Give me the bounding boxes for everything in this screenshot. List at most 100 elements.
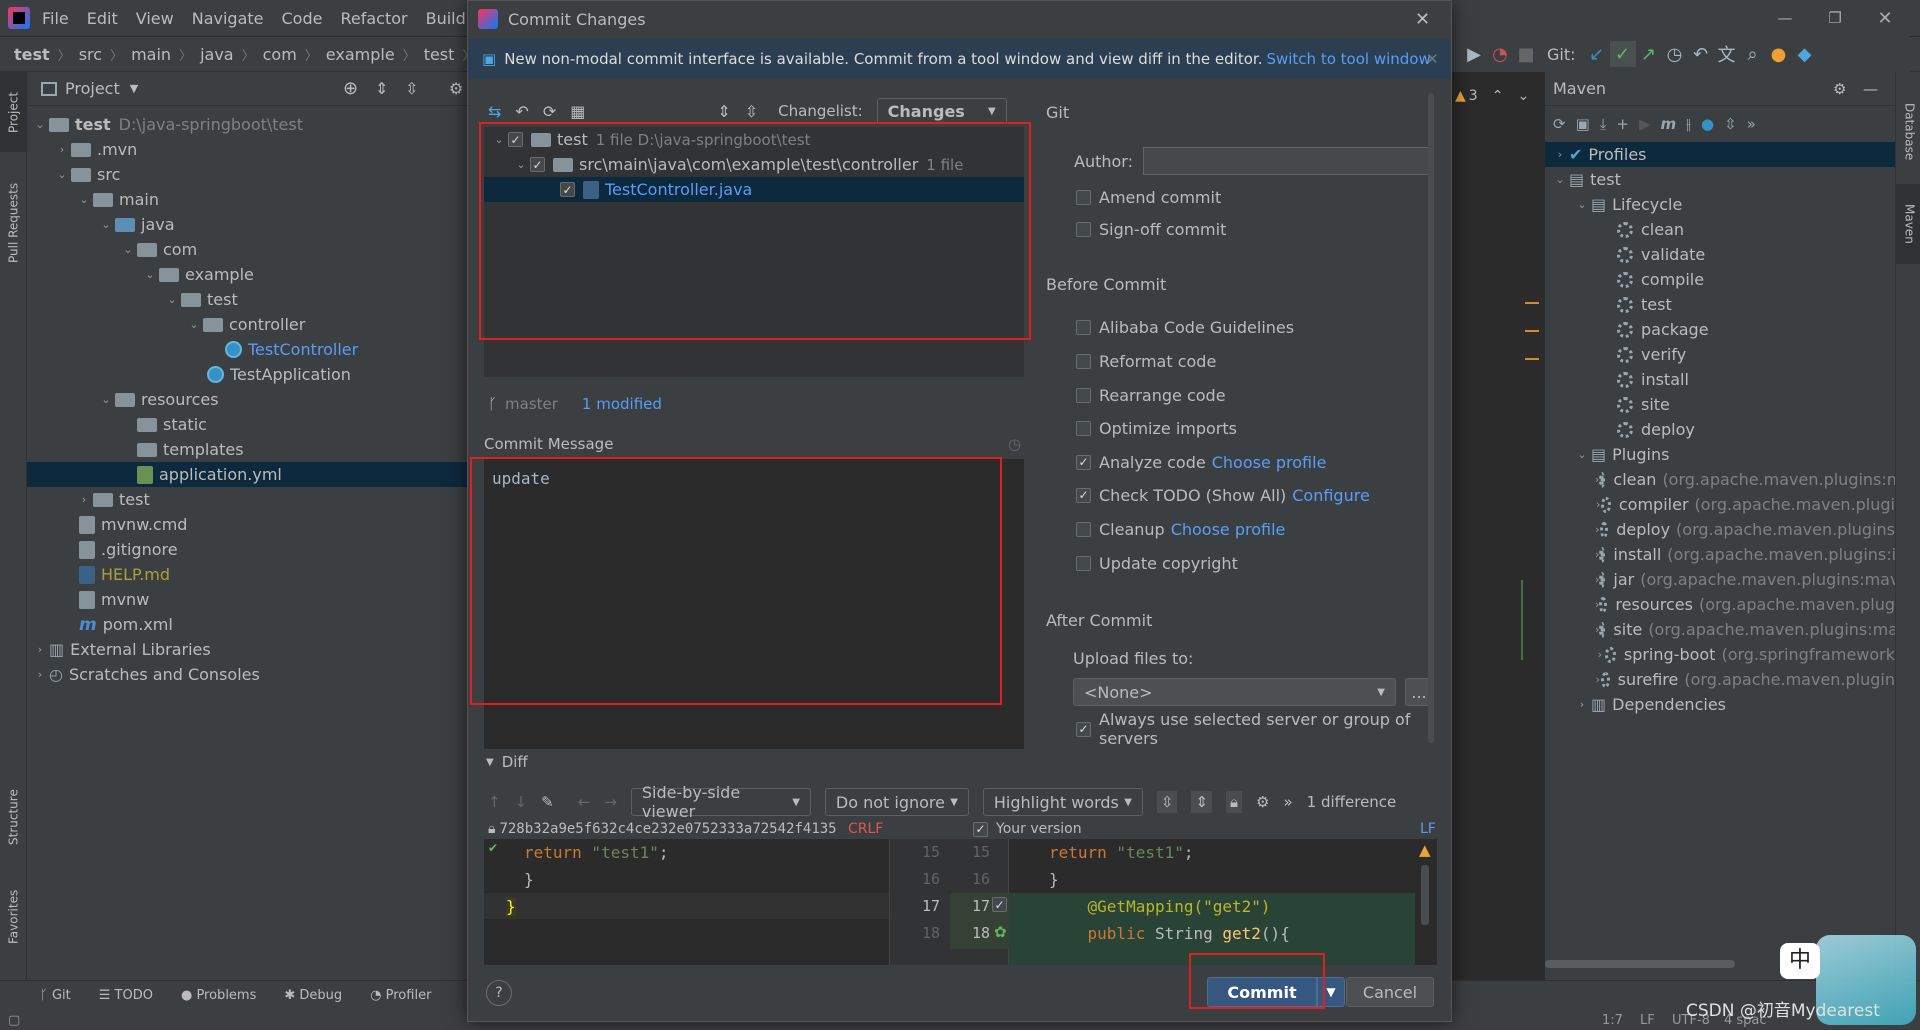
plugin-jar[interactable]: › jar (org.apache.maven.plugins:mav: [1545, 567, 1899, 592]
diff-section-header[interactable]: ▼ Diff: [486, 753, 528, 771]
todo-configure-link[interactable]: Configure: [1292, 486, 1370, 505]
options-scrollbar[interactable]: [1428, 93, 1434, 743]
back-icon[interactable]: ←: [578, 793, 591, 811]
line-separator[interactable]: LF: [1640, 1013, 1655, 1028]
run-coverage-icon[interactable]: ▶: [1461, 41, 1487, 67]
next-diff-icon[interactable]: ↓: [515, 793, 528, 811]
left-eol[interactable]: CRLF: [848, 821, 883, 837]
alibaba-option[interactable]: Alibaba Code Guidelines: [1076, 313, 1294, 341]
diff-left-pane[interactable]: ✔ return "test1"; } }: [484, 839, 889, 965]
warning-icon[interactable]: ▲: [1419, 841, 1431, 859]
chevron-down-icon[interactable]: ▼: [130, 82, 138, 95]
plugin-install[interactable]: › install (org.apache.maven.plugins:i: [1545, 542, 1896, 567]
reformat-option[interactable]: Reformat code: [1076, 347, 1216, 375]
tree-item-mvn[interactable]: › .mvn: [27, 137, 467, 162]
tree-item-test-application[interactable]: TestApplication: [27, 362, 467, 387]
tree-item-java[interactable]: ⌄ java: [27, 212, 467, 237]
diff-right-pane[interactable]: return "test1"; } @GetMapping("get2") pu…: [1009, 839, 1437, 965]
copyright-checkbox[interactable]: [1076, 555, 1091, 571]
refresh-icon[interactable]: ⟳: [543, 102, 556, 121]
modified-count[interactable]: 1 modified: [582, 395, 662, 413]
analyze-choose-profile-link[interactable]: Choose profile: [1212, 453, 1327, 472]
maven-project[interactable]: ⌄ ▤ test: [1545, 167, 1895, 192]
crumb-test-pkg[interactable]: test: [424, 45, 455, 64]
tree-item-gitignore[interactable]: .gitignore: [27, 537, 467, 562]
tab-problems[interactable]: ● Problems: [181, 988, 256, 1003]
tree-item-resources[interactable]: ⌄ resources: [27, 387, 467, 412]
crumb-example[interactable]: example: [326, 45, 395, 64]
expand-all-icon[interactable]: ⇕: [375, 79, 388, 98]
collapse-all-icon[interactable]: ⇳: [745, 102, 758, 121]
diff-scrollbar[interactable]: [1421, 865, 1429, 925]
tree-item-test-pkg[interactable]: ⌄ test: [27, 287, 467, 312]
tree-item-application-yml[interactable]: application.yml: [27, 462, 467, 487]
menu-file[interactable]: File: [42, 9, 69, 28]
todo-checkbox[interactable]: ✓: [1076, 487, 1091, 503]
optimize-checkbox[interactable]: [1076, 420, 1091, 436]
lifecycle-phase-test[interactable]: test: [1545, 292, 1895, 317]
warning-marker[interactable]: [1525, 302, 1539, 304]
rollback-icon[interactable]: ↶: [515, 102, 528, 121]
include-checkbox[interactable]: ✓: [973, 821, 988, 837]
more-icon[interactable]: »: [1747, 115, 1756, 133]
tab-pull-requests[interactable]: Pull Requests: [0, 168, 27, 278]
plugin-site[interactable]: › site (org.apache.maven.plugins:ma: [1545, 617, 1898, 642]
tree-item-static[interactable]: static: [27, 412, 467, 437]
crumb-java[interactable]: java: [200, 45, 234, 64]
update-icon[interactable]: ●: [1766, 41, 1792, 67]
branch-name[interactable]: master: [505, 395, 558, 413]
run-icon[interactable]: ▶: [1639, 115, 1651, 133]
optimize-imports-option[interactable]: Optimize imports: [1076, 414, 1237, 442]
add-icon[interactable]: +: [1616, 115, 1629, 133]
tree-item-com[interactable]: ⌄ com: [27, 237, 467, 262]
spring-bean-icon[interactable]: ✿: [994, 923, 1007, 941]
menu-navigate[interactable]: Navigate: [192, 9, 264, 28]
plugin-resources[interactable]: › resources (org.apache.maven.plug: [1545, 592, 1895, 617]
menu-refactor[interactable]: Refactor: [340, 9, 407, 28]
reload-icon[interactable]: ⟳: [1553, 115, 1566, 133]
crumb-test[interactable]: test: [14, 45, 50, 64]
prev-diff-icon[interactable]: ↑: [488, 793, 501, 811]
upload-server-select[interactable]: <None> ▼: [1073, 678, 1396, 706]
crumb-com[interactable]: com: [263, 45, 297, 64]
menu-build[interactable]: Build: [426, 9, 466, 28]
tab-todo[interactable]: ☰ TODO: [99, 988, 153, 1003]
tab-debug[interactable]: ✱ Debug: [284, 988, 342, 1003]
warning-marker[interactable]: [1525, 358, 1539, 360]
tree-item-test-controller[interactable]: TestController: [27, 337, 467, 362]
tree-item-external-libraries[interactable]: › ▥ External Libraries: [27, 637, 467, 662]
update-copyright-option[interactable]: Update copyright: [1076, 549, 1238, 577]
diff-icon[interactable]: ⇆: [488, 102, 501, 121]
tree-item-controller[interactable]: ⌄ controller: [27, 312, 467, 337]
tree-item-help-md[interactable]: HELP.md: [27, 562, 467, 587]
plugin-spring-boot[interactable]: › spring-boot (org.springframework: [1545, 642, 1895, 667]
cancel-button[interactable]: Cancel: [1346, 977, 1434, 1007]
lifecycle-phase-install[interactable]: install: [1545, 367, 1895, 392]
lifecycle-phase-site[interactable]: site: [1545, 392, 1895, 417]
chevron-right-icon[interactable]: ›: [1595, 648, 1605, 661]
locate-icon[interactable]: ⊕: [343, 78, 358, 99]
download-icon[interactable]: ⤓: [1600, 115, 1607, 133]
author-input[interactable]: [1142, 147, 1433, 175]
git-commit-icon[interactable]: ✓: [1609, 41, 1636, 67]
minimize-icon[interactable]: —: [1760, 9, 1810, 27]
changelist-select[interactable]: Changes ▼: [876, 98, 1007, 124]
reformat-checkbox[interactable]: [1076, 353, 1091, 369]
chevron-right-icon[interactable]: ›: [1595, 673, 1601, 686]
cleanup-option[interactable]: Cleanup Choose profile: [1076, 515, 1285, 543]
alibaba-checkbox[interactable]: [1076, 319, 1091, 335]
chevron-down-icon[interactable]: ▼: [486, 757, 494, 768]
gear-icon[interactable]: ⚙: [1256, 793, 1269, 811]
warning-marker[interactable]: [1525, 330, 1539, 332]
lifecycle-phase-validate[interactable]: validate: [1545, 242, 1895, 267]
maven-dependencies[interactable]: › ▥ Dependencies: [1545, 692, 1895, 717]
project-panel-title[interactable]: Project: [65, 79, 120, 98]
cleanup-choose-profile-link[interactable]: Choose profile: [1171, 520, 1286, 539]
chevron-up-icon[interactable]: ⌃: [1492, 88, 1504, 104]
collapse-icon[interactable]: ⇳: [1724, 115, 1737, 133]
tree-item-main[interactable]: ⌄ main: [27, 187, 467, 212]
maven-profiles[interactable]: › ✔ Profiles: [1545, 142, 1895, 167]
plugin-deploy[interactable]: › deploy (org.apache.maven.plugins: [1545, 517, 1895, 542]
check-todo-option[interactable]: ✓ Check TODO (Show All) Configure: [1076, 481, 1370, 509]
cleanup-checkbox[interactable]: [1076, 521, 1091, 537]
